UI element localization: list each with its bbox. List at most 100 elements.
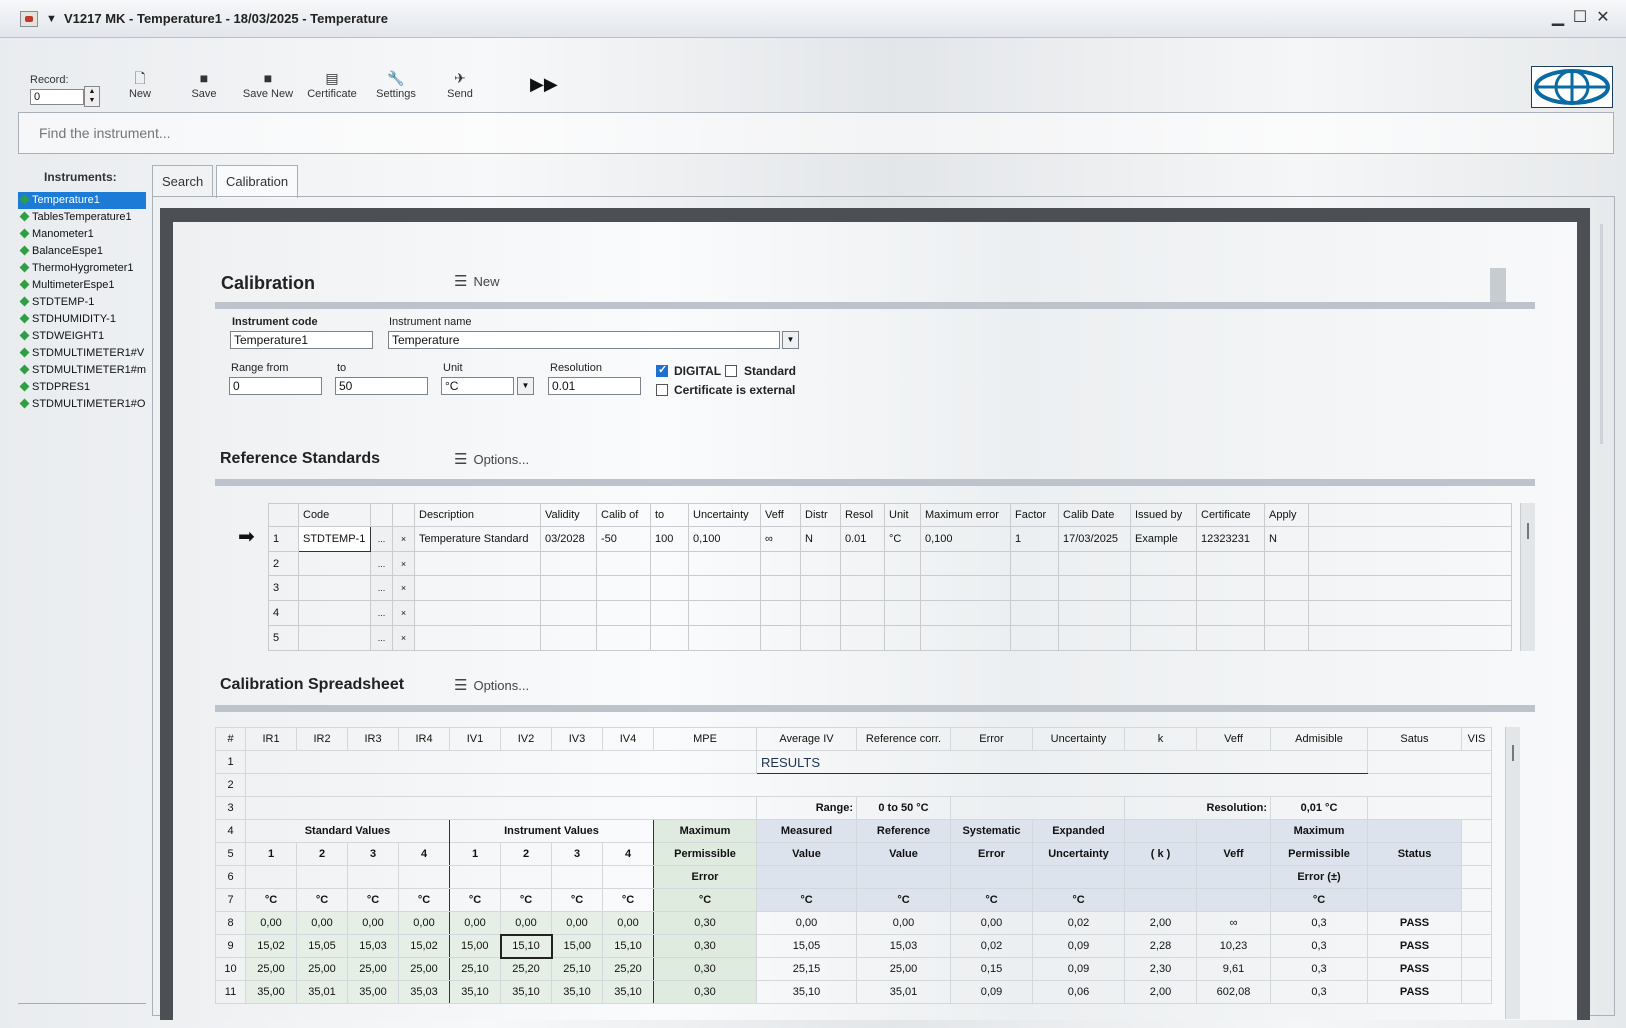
iv-cell[interactable]: 35,10 [449,980,501,1004]
table-row[interactable]: 2 ... × [268,550,1512,577]
cell[interactable] [245,865,297,889]
column-header[interactable]: Veff [1196,727,1271,751]
column-header[interactable]: IV2 [500,727,552,751]
record-spinner[interactable]: ▲ ▼ [84,86,100,107]
max-error-cell[interactable]: 0,100 [920,525,1011,552]
veff-cell[interactable]: ∞ [1196,911,1271,935]
column-header[interactable]: Satus [1367,727,1462,751]
error-cell[interactable]: 0,00 [950,911,1033,935]
certificate-external-checkbox[interactable] [656,384,668,396]
admissible-cell[interactable]: 0,3 [1270,911,1368,935]
status-cell[interactable]: PASS [1367,934,1462,958]
unit-field[interactable]: °C [441,377,514,395]
veff-cell[interactable]: ∞ [760,525,801,552]
column-header[interactable]: Validity [540,503,597,527]
instrument-item[interactable]: STDPRES1 [18,379,146,396]
ir-cell[interactable]: 0,00 [296,911,348,935]
description-cell[interactable]: Temperature Standard [414,525,541,552]
ir-cell[interactable]: 35,01 [296,980,348,1004]
k-cell[interactable]: 2,30 [1124,957,1197,981]
tab-calibration[interactable]: Calibration [216,165,299,198]
veff-cell[interactable]: 10,23 [1196,934,1271,958]
cell[interactable] [602,865,654,889]
iv-cell[interactable]: 35,10 [551,980,603,1004]
calib-of-cell[interactable]: -50 [596,525,651,552]
column-header[interactable]: k [1124,727,1197,751]
column-header[interactable]: Calib of [596,503,651,527]
apply-cell[interactable]: N [1264,525,1309,552]
validity-cell[interactable]: 03/2028 [540,525,597,552]
iv-cell[interactable]: 15,00 [449,934,501,958]
column-header[interactable]: Uncertainty [688,503,761,527]
iv-cell[interactable]: 35,10 [500,980,552,1004]
cell[interactable] [398,865,450,889]
range-from-field[interactable]: 0 [229,377,322,395]
uncertainty-cell[interactable]: 0,02 [1032,911,1125,935]
column-header[interactable]: Issued by [1130,503,1197,527]
admissible-cell[interactable]: 0,3 [1270,957,1368,981]
column-header[interactable]: Description [414,503,541,527]
admissible-cell[interactable]: 0,3 [1270,980,1368,1004]
column-header[interactable]: Average IV [756,727,857,751]
instrument-item[interactable]: STDWEIGHT1 [18,328,146,345]
table-row[interactable]: 1 STDTEMP-1 ... × Temperature Standard 0… [268,525,1512,552]
save-button[interactable]: ■ Save [172,68,236,104]
column-header[interactable]: Code [298,503,371,527]
code-cell[interactable] [298,625,371,651]
cell[interactable] [296,865,348,889]
iv-cell[interactable]: 35,10 [602,980,654,1004]
ir-cell[interactable]: 35,03 [398,980,450,1004]
uncertainty-cell[interactable]: 0,09 [1032,934,1125,958]
cell[interactable] [245,796,757,820]
instrument-item[interactable]: BalanceEspe1 [18,243,146,260]
issued-by-cell[interactable]: Example [1130,525,1197,552]
column-header[interactable]: IV3 [551,727,603,751]
instrument-item[interactable]: MultimeterEspe1 [18,277,146,294]
column-header[interactable]: VIS [1461,727,1492,751]
save-new-button[interactable]: ■ Save New [236,68,300,104]
ir-cell[interactable]: 15,03 [347,934,399,958]
iv-cell-selected[interactable]: 15,10 [499,933,553,959]
reference-cell[interactable]: 25,00 [856,957,951,981]
iv-cell[interactable]: 25,20 [602,957,654,981]
certificate-cell[interactable]: 12323231 [1196,525,1265,552]
to-cell[interactable]: 100 [650,525,689,552]
code-cell[interactable] [298,550,371,577]
ir-cell[interactable]: 0,00 [245,911,297,935]
iv-cell[interactable]: 15,10 [602,934,654,958]
app-icon[interactable] [20,11,38,27]
status-cell[interactable]: PASS [1367,957,1462,981]
iv-cell[interactable]: 25,10 [449,957,501,981]
cell[interactable] [500,865,552,889]
column-header[interactable]: Distr [800,503,841,527]
unit-cell[interactable]: °C [884,525,921,552]
average-cell[interactable]: 15,05 [756,934,857,958]
uncertainty-cell[interactable]: 0,09 [1032,957,1125,981]
chevron-down-icon[interactable]: ▼ [517,377,534,395]
record-input[interactable]: 0 [30,89,84,105]
browse-button[interactable]: ... [370,625,393,651]
uncertainty-cell[interactable]: 0,06 [1032,980,1125,1004]
sidebar-scrollbar[interactable] [18,1003,146,1015]
veff-cell[interactable]: 602,08 [1196,980,1271,1004]
digital-checkbox[interactable] [656,363,668,377]
status-cell[interactable]: PASS [1367,911,1462,935]
cell[interactable] [551,865,603,889]
veff-cell[interactable]: 9,61 [1196,957,1271,981]
instrument-item[interactable]: Temperature1 [18,192,146,209]
cell[interactable] [950,796,1125,820]
column-header[interactable]: Admisible [1270,727,1368,751]
column-header[interactable]: Resol [840,503,885,527]
instrument-code-field[interactable]: Temperature1 [230,331,373,349]
column-header[interactable]: Maximum error [920,503,1011,527]
reference-cell[interactable]: 35,01 [856,980,951,1004]
column-header[interactable]: IV4 [602,727,654,751]
column-header[interactable]: Certificate [1196,503,1265,527]
close-icon[interactable]: ✕ [1593,8,1613,28]
resol-cell[interactable]: 0.01 [840,525,885,552]
code-cell[interactable] [298,600,371,627]
column-header[interactable]: Uncertainty [1032,727,1125,751]
iv-cell[interactable]: 25,20 [500,957,552,981]
mpe-cell[interactable]: 0,30 [653,911,757,935]
instrument-item[interactable]: STDHUMIDITY-1 [18,311,146,328]
